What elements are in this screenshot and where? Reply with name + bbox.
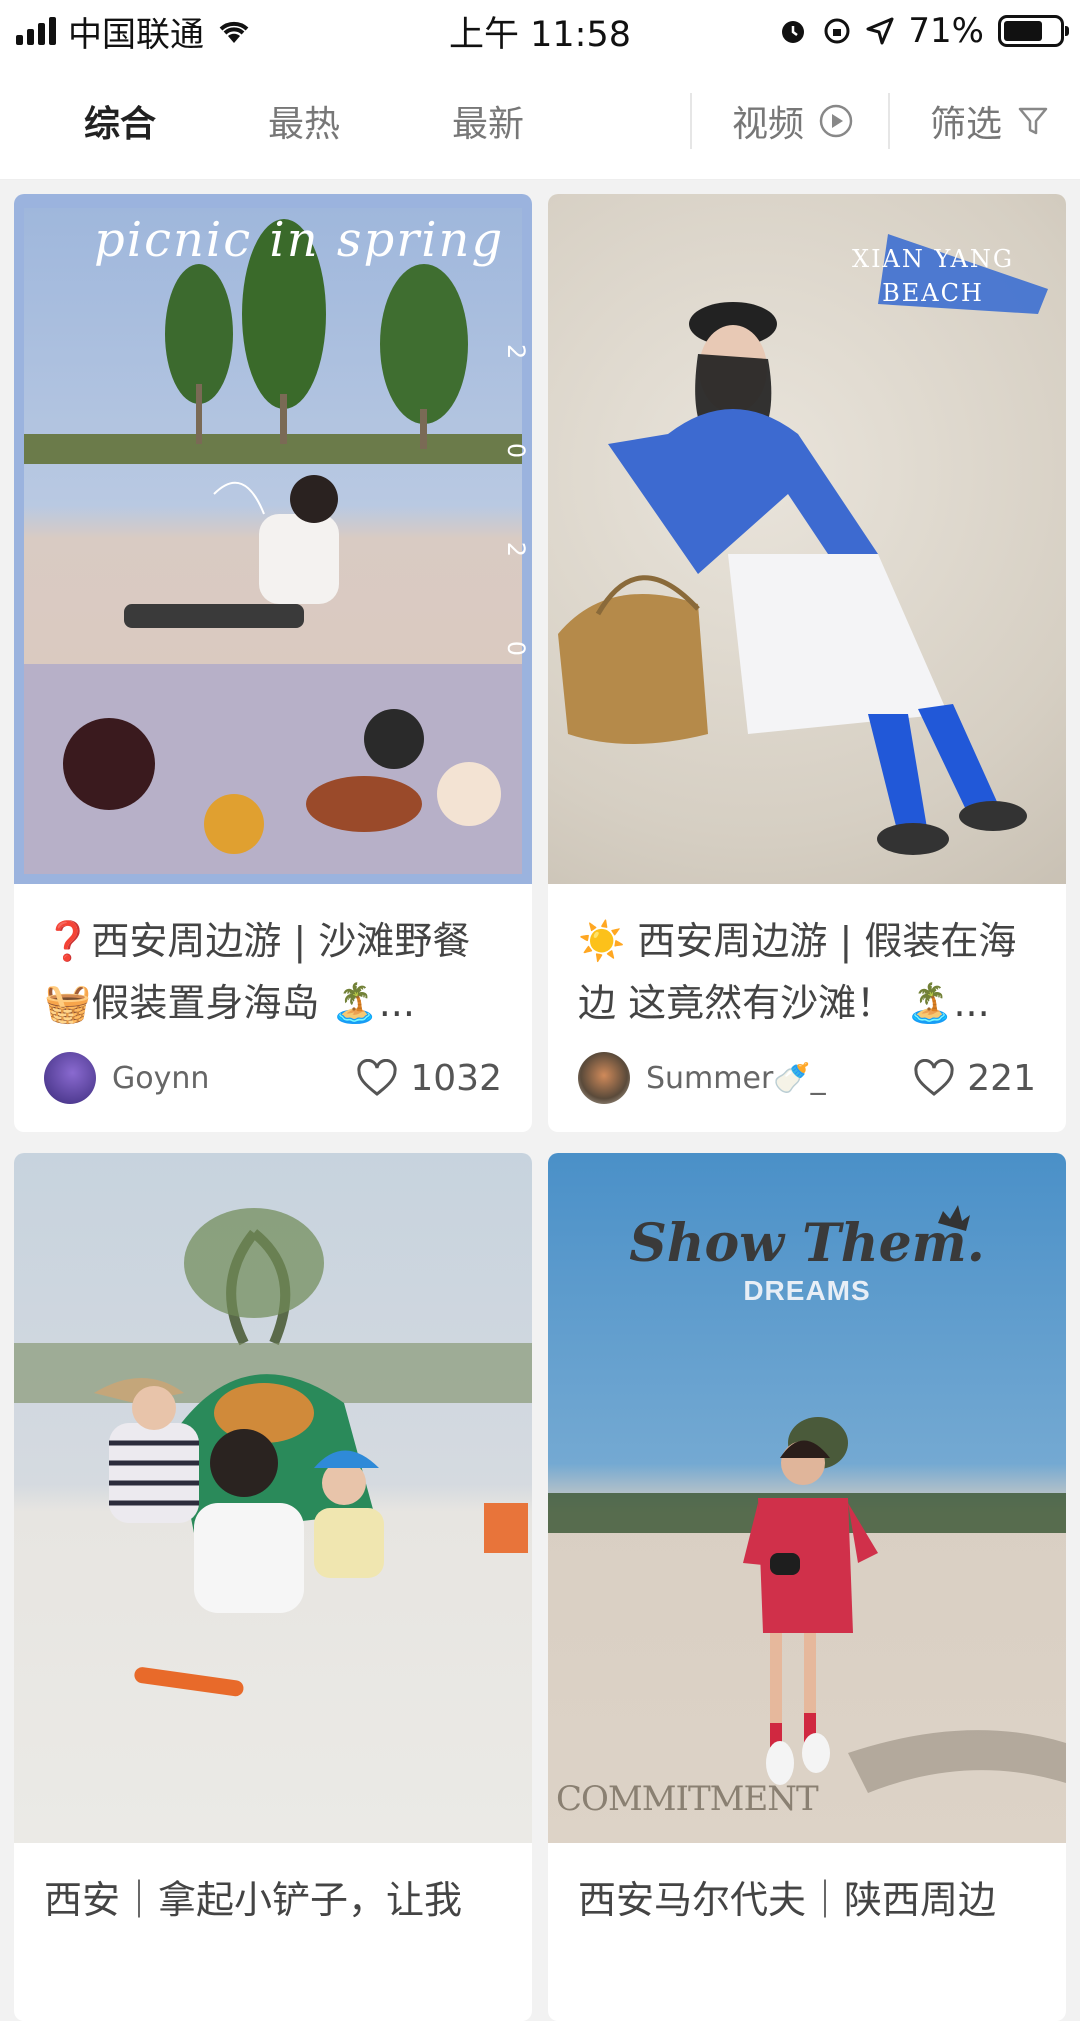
tab-hottest[interactable]: 最热 xyxy=(212,95,396,147)
author-name[interactable]: Summer🍼_ xyxy=(646,1061,913,1096)
note-title[interactable]: 西安马尔代夫｜陕西周边 xyxy=(578,1869,1036,1993)
note-card[interactable]: Show Them. DREAMS COMMITMENT 西安马尔代夫｜陕西周边 xyxy=(548,1153,1066,2021)
avatar[interactable] xyxy=(44,1052,96,1104)
cover-subcaption: DREAMS xyxy=(743,1275,871,1306)
video-label: 视频 xyxy=(731,103,804,145)
note-title[interactable]: 西安｜拿起小铲子，让我 xyxy=(44,1869,502,1993)
tab-comprehensive[interactable]: 综合 xyxy=(28,95,212,147)
note-cover-image[interactable]: picnic in spring 2 0 2 0 xyxy=(14,194,532,884)
cover-year: 2 0 2 0 xyxy=(502,344,530,694)
note-title[interactable]: ☀️ 西安周边游 | 假装在海边 这竟然有沙滩！ 🏝️... xyxy=(578,910,1036,1034)
clock: 上午 11:58 xyxy=(449,14,631,55)
cover-caption: picnic in spring xyxy=(94,212,505,268)
like-button[interactable]: 1032 xyxy=(356,1058,502,1099)
battery-icon xyxy=(998,15,1069,47)
picnic-scene xyxy=(24,219,522,874)
filter-tab-bar: 综合 最热 最新 视频 筛选 xyxy=(0,62,1080,180)
signal-icon xyxy=(16,17,56,45)
family-beach-scene xyxy=(14,1208,532,1697)
note-card[interactable]: 西安｜拿起小铲子，让我 xyxy=(14,1153,532,2021)
note-card[interactable]: picnic in spring 2 0 2 0 ❓西安周边游 | 沙滩野餐🧺假… xyxy=(14,194,532,1132)
heart-icon xyxy=(914,1059,954,1096)
note-cover-image[interactable]: XIAN YANG BEACH xyxy=(548,194,1066,884)
battery-percent: 71% xyxy=(908,11,984,51)
video-filter-button[interactable]: 视频 xyxy=(692,95,888,147)
cover-caption: XIAN YANG BEACH xyxy=(851,245,1014,307)
funnel-icon xyxy=(1018,107,1048,134)
status-bar: 中国联通 上午 11:58 71% xyxy=(0,0,1080,62)
like-button[interactable]: 221 xyxy=(913,1058,1036,1099)
carrier-label: 中国联通 xyxy=(68,14,204,55)
play-circle-icon xyxy=(819,104,853,137)
note-title[interactable]: ❓西安周边游 | 沙滩野餐🧺假装置身海岛 🏝️... xyxy=(44,910,502,1034)
like-count: 221 xyxy=(967,1057,1036,1099)
note-cover-image[interactable]: Show Them. DREAMS COMMITMENT xyxy=(548,1153,1066,1843)
avatar[interactable] xyxy=(578,1052,630,1104)
filter-label: 筛选 xyxy=(929,103,1002,145)
note-cover-image[interactable] xyxy=(14,1153,532,1843)
alarm-icon xyxy=(782,21,805,43)
wifi-icon xyxy=(219,21,249,43)
heart-icon xyxy=(357,1059,397,1096)
like-count: 1032 xyxy=(410,1057,502,1099)
note-card[interactable]: XIAN YANG BEACH ☀️ 西安周边游 | 假装在海边 这竟然有沙滩！… xyxy=(548,194,1066,1132)
cover-watermark: COMMITMENT xyxy=(556,1779,819,1819)
location-icon xyxy=(866,17,894,45)
cover-caption: Show Them. xyxy=(629,1213,985,1274)
author-name[interactable]: Goynn xyxy=(112,1061,356,1096)
battery-fill xyxy=(1004,21,1043,41)
rotation-lock-icon xyxy=(824,18,850,44)
filter-button[interactable]: 筛选 xyxy=(890,95,1080,147)
tab-newest[interactable]: 最新 xyxy=(396,95,580,147)
